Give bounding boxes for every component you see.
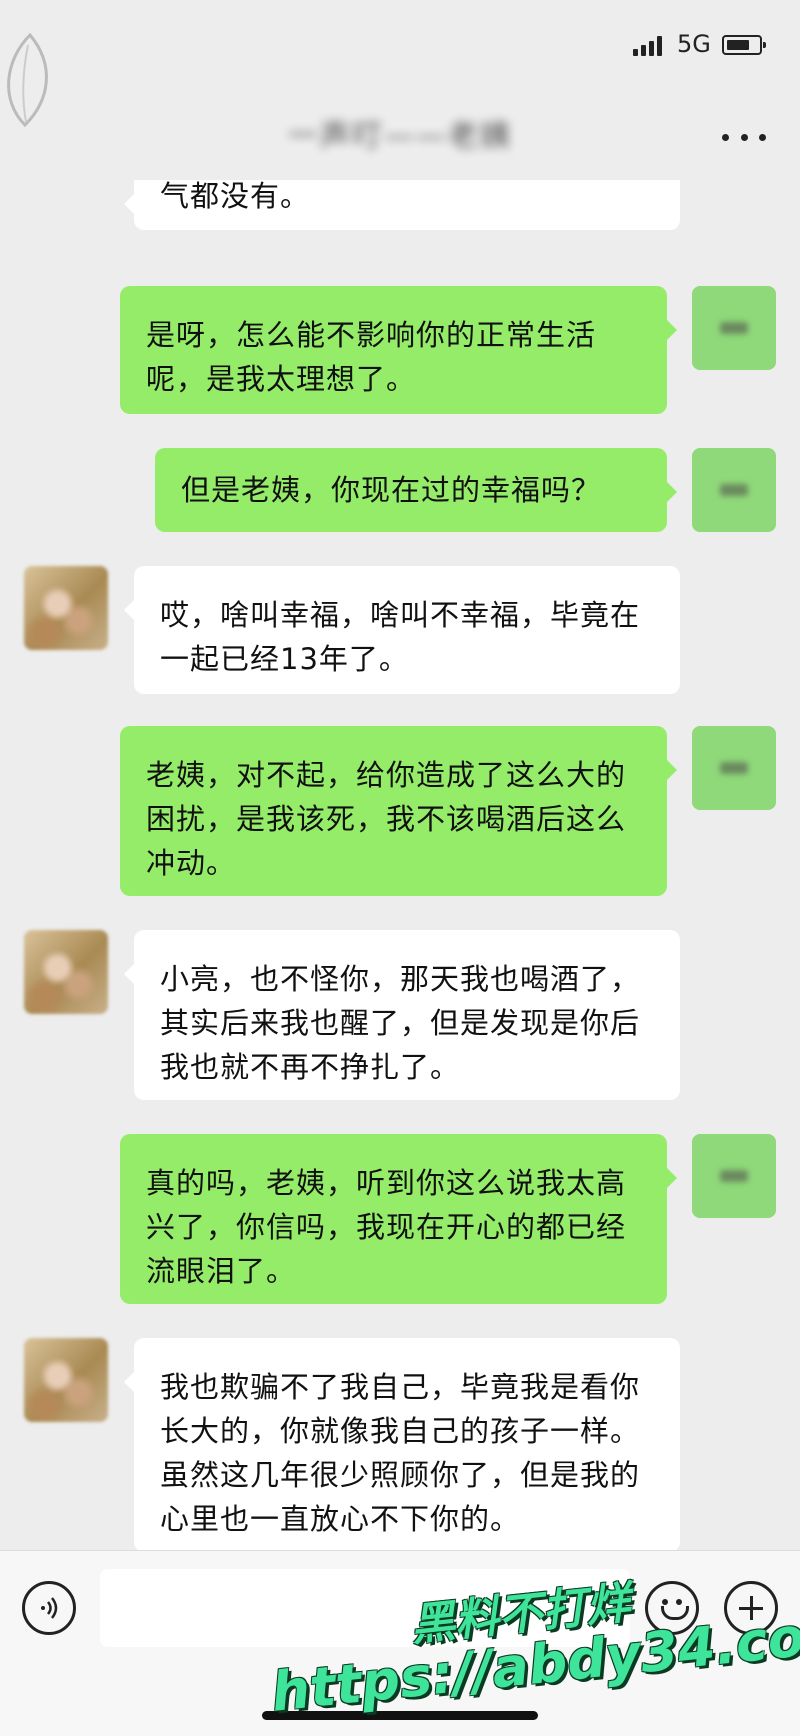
message-text: 老姨，对不起，给你造成了这么大的困扰，是我该死，我不该喝酒后这么冲动。: [146, 758, 627, 880]
my-avatar[interactable]: [692, 286, 776, 370]
message-text: 气都没有。: [160, 180, 311, 213]
message-text: 哎，啥叫幸福，啥叫不幸福，毕竟在一起已经13年了。: [160, 598, 641, 676]
incoming-message[interactable]: 小亮，也不怪你，那天我也喝酒了，其实后来我也醒了，但是发现是你后我也就不再不挣扎…: [124, 930, 680, 1100]
message-text: 我也欺骗不了我自己，毕竟我是看你长大的，你就像我自己的孩子一样。虽然这几年很少照…: [160, 1370, 641, 1536]
voice-input-button[interactable]: [22, 1581, 76, 1635]
signal-icon: [633, 36, 669, 56]
contact-avatar[interactable]: [24, 930, 108, 1014]
chat-header: 一声叮——老姨: [0, 95, 800, 180]
contact-avatar[interactable]: [24, 1338, 108, 1422]
message-text: 真的吗，老姨，听到你这么说我太高兴了，你信吗，我现在开心的都已经流眼泪了。: [146, 1166, 627, 1288]
more-dot-icon: [759, 133, 766, 141]
more-options-button[interactable]: [722, 115, 766, 159]
message-text: 但是老姨，你现在过的幸福吗？: [181, 473, 602, 507]
more-dot-icon: [722, 133, 729, 141]
battery-level: [727, 40, 749, 50]
outgoing-message[interactable]: 真的吗，老姨，听到你这么说我太高兴了，你信吗，我现在开心的都已经流眼泪了。: [120, 1134, 677, 1304]
incoming-message[interactable]: 哎，啥叫幸福，啥叫不幸福，毕竟在一起已经13年了。: [124, 566, 680, 694]
my-avatar[interactable]: [692, 1134, 776, 1218]
voice-icon: [41, 1597, 58, 1619]
contact-avatar[interactable]: [24, 566, 108, 650]
outgoing-message[interactable]: 老姨，对不起，给你造成了这么大的困扰，是我该死，我不该喝酒后这么冲动。: [120, 726, 677, 896]
incoming-message[interactable]: 我也欺骗不了我自己，毕竟我是看你长大的，你就像我自己的孩子一样。虽然这几年很少照…: [124, 1338, 680, 1550]
more-dot-icon: [740, 133, 748, 141]
battery-icon: [722, 35, 766, 55]
chat-title: 一声叮——老姨: [288, 119, 512, 154]
message-list[interactable]: 气都没有。 是呀，怎么能不影响你的正常生活呢，是我太理想了。 但是老姨，你现在过…: [0, 180, 800, 1550]
status-bar: 5G: [0, 0, 800, 128]
outgoing-message[interactable]: 但是老姨，你现在过的幸福吗？: [155, 448, 677, 532]
my-avatar[interactable]: [692, 448, 776, 532]
message-text: 是呀，怎么能不影响你的正常生活呢，是我太理想了。: [146, 318, 597, 396]
outgoing-message[interactable]: 是呀，怎么能不影响你的正常生活呢，是我太理想了。: [120, 286, 677, 414]
message-text: 小亮，也不怪你，那天我也喝酒了，其实后来我也醒了，但是发现是你后我也就不再不挣扎…: [160, 962, 641, 1084]
incoming-message[interactable]: 气都没有。: [124, 180, 680, 230]
network-type: 5G: [677, 30, 711, 58]
my-avatar[interactable]: [692, 726, 776, 810]
